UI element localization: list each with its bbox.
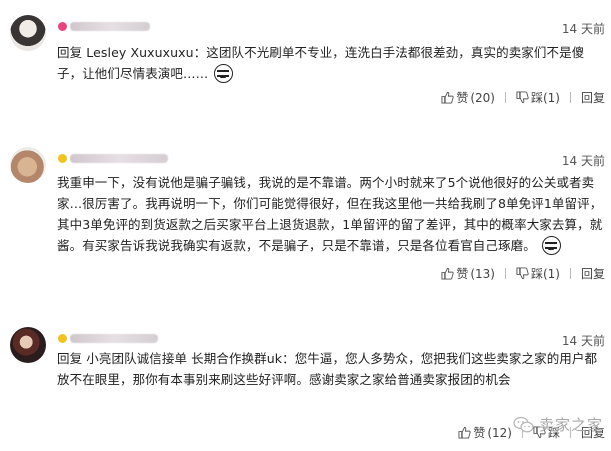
blurred-username xyxy=(70,154,168,163)
dislike-label: 踩(1) xyxy=(530,267,560,281)
blurred-username xyxy=(70,22,150,31)
dislike-label: 踩(1) xyxy=(530,91,560,105)
comment-item: 14 天前 回复 Lesley Xuxuxuxu：这团队不光刷单不专业，连洗白手… xyxy=(0,0,611,110)
like-count: (12) xyxy=(487,425,512,440)
comment-author[interactable] xyxy=(58,154,178,168)
comment-timestamp: 14 天前 xyxy=(561,154,605,168)
thumbs-down-icon xyxy=(516,267,529,280)
dislike-button[interactable]: 踩(1) xyxy=(516,89,560,106)
comment-actions: 赞 (20) 踩(1) 回复 xyxy=(441,89,605,106)
divider xyxy=(569,268,571,279)
comment-author[interactable] xyxy=(58,22,168,36)
like-label: 赞 xyxy=(456,91,469,105)
comment-item: 14 天前 我重申一下，没有说他是骗子骗钱，我说的是不靠谱。两个小时就来了5个说… xyxy=(0,110,611,290)
divider xyxy=(569,92,571,103)
like-count: (13) xyxy=(470,266,495,281)
comment-text-content: 回复 Lesley Xuxuxuxu：这团队不光刷单不专业，连洗白手法都很差劲，… xyxy=(57,45,585,81)
comment-text: 回复 小亮团队诚信接单 长期合作换群uk：您牛逼，您人多势众，您把我们这些卖家之… xyxy=(57,351,598,387)
divider xyxy=(504,268,506,279)
blurred-username xyxy=(70,334,158,343)
user-badge-icon xyxy=(58,334,67,343)
like-button[interactable]: 赞 (13) xyxy=(441,265,495,282)
thumbs-down-icon xyxy=(516,91,529,104)
thumbs-up-icon xyxy=(441,91,454,104)
avatar[interactable] xyxy=(10,327,46,363)
user-badge-icon xyxy=(58,22,67,31)
avatar[interactable] xyxy=(10,15,46,51)
like-count: (20) xyxy=(470,90,495,105)
comment-text-content: 我重申一下，没有说他是骗子骗钱，我说的是不靠谱。两个小时就来了5个说他很好的公关… xyxy=(57,175,603,253)
watermark: 卖家之家 xyxy=(513,414,603,435)
divider xyxy=(504,92,506,103)
comment-text: 回复 Lesley Xuxuxuxu：这团队不光刷单不专业，连洗白手法都很差劲，… xyxy=(57,42,605,84)
avatar[interactable] xyxy=(10,147,46,183)
comment-author[interactable] xyxy=(58,334,168,348)
thumbs-up-icon xyxy=(441,267,454,280)
watermark-text: 卖家之家 xyxy=(538,416,603,434)
wechat-icon xyxy=(513,416,534,432)
like-button[interactable]: 赞 (12) xyxy=(458,424,512,441)
like-button[interactable]: 赞 (20) xyxy=(441,89,495,106)
comment-text: 我重申一下，没有说他是骗子骗钱，我说的是不靠谱。两个小时就来了5个说他很好的公关… xyxy=(57,172,605,256)
like-label: 赞 xyxy=(473,426,486,440)
comment-actions: 赞 (13) 踩(1) 回复 xyxy=(441,265,605,282)
face-emoji-icon xyxy=(541,236,561,255)
comment-timestamp: 14 天前 xyxy=(561,22,605,36)
thumbs-up-icon xyxy=(458,426,471,439)
user-badge-icon xyxy=(58,154,67,163)
comment-timestamp: 14 天前 xyxy=(561,334,605,348)
reply-button[interactable]: 回复 xyxy=(581,265,605,282)
reply-button[interactable]: 回复 xyxy=(581,89,605,106)
face-emoji-icon xyxy=(214,64,234,83)
dislike-button[interactable]: 踩(1) xyxy=(516,265,560,282)
like-label: 赞 xyxy=(456,267,469,281)
